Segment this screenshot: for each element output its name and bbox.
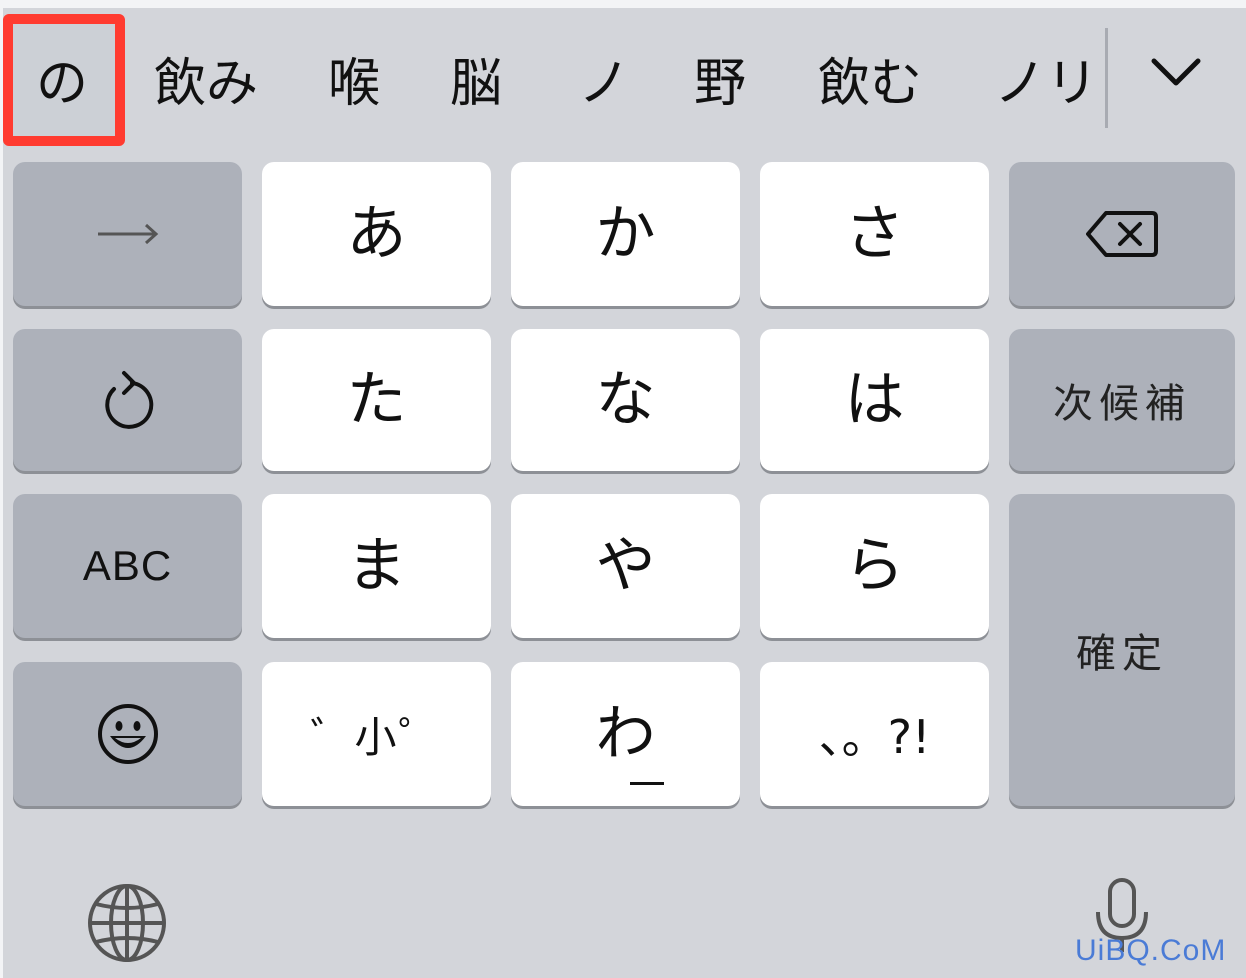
key-ma-label: ま	[346, 531, 407, 601]
candidate-4[interactable]: ノ	[578, 52, 630, 116]
confirm-label: 確定	[1076, 631, 1168, 677]
key-wa-content: わ	[596, 704, 664, 785]
key-ya-label: や	[595, 531, 656, 601]
key-a-label: あ	[346, 199, 407, 269]
arrow-right-icon	[97, 223, 158, 245]
emoji-key[interactable]	[13, 662, 242, 806]
confirm-key[interactable]: 確定	[1009, 494, 1235, 806]
abc-label: ABC	[82, 542, 173, 589]
candidate-2[interactable]: 喉	[328, 52, 380, 116]
key-wa-label: わ	[595, 699, 656, 769]
key-ya[interactable]: や	[511, 494, 740, 638]
key-wa[interactable]: わ	[511, 662, 740, 806]
candidate-1[interactable]: 飲み	[154, 52, 258, 116]
emoji-icon	[97, 704, 158, 764]
candidate-3[interactable]: 脳	[450, 52, 502, 116]
chevron-down-icon[interactable]	[1146, 53, 1206, 93]
key-ra[interactable]: ら	[760, 494, 989, 638]
key-a[interactable]: あ	[262, 162, 491, 306]
abc-key[interactable]: ABC	[13, 494, 242, 638]
key-ka-label: か	[595, 199, 656, 269]
watermark: UiBQ.CoM	[1075, 934, 1227, 967]
key-sa[interactable]: さ	[760, 162, 989, 306]
candidate-divider	[1105, 28, 1108, 128]
key-na[interactable]: な	[511, 329, 740, 471]
dakuten-small-label: ゛小゜	[310, 712, 443, 762]
japanese-keyboard: の 飲み 喉 脳 ノ 野 飲む ノリ あ か さ た な は 次候補 ABC ま…	[0, 0, 1246, 978]
candidate-bar: の 飲み 喉 脳 ノ 野 飲む ノリ	[0, 8, 1246, 148]
next-char-key[interactable]	[13, 162, 242, 306]
punctuation-key[interactable]: 、。?!	[760, 662, 989, 806]
key-na-label: な	[595, 365, 656, 435]
key-ra-label: ら	[844, 531, 905, 601]
candidate-6[interactable]: 飲む	[818, 52, 922, 116]
delete-backspace-icon	[1086, 211, 1158, 257]
key-ha-label: は	[844, 365, 905, 435]
top-separator	[0, 0, 1246, 8]
key-ta[interactable]: た	[262, 329, 491, 471]
delete-key[interactable]	[1009, 162, 1235, 306]
next-candidate-label: 次候補	[1053, 381, 1191, 427]
key-sa-label: さ	[844, 199, 905, 269]
undo-key[interactable]	[13, 329, 242, 471]
undo-icon	[104, 371, 153, 429]
key-ma[interactable]: ま	[262, 494, 491, 638]
candidate-0[interactable]: の	[36, 52, 88, 116]
key-ta-label: た	[346, 365, 407, 435]
candidate-7[interactable]: ノリ	[994, 52, 1098, 116]
key-ka[interactable]: か	[511, 162, 740, 306]
globe-icon[interactable]	[86, 882, 168, 964]
wa-underline	[629, 782, 664, 785]
dakuten-small-key[interactable]: ゛小゜	[262, 662, 491, 806]
punctuation-label: 、。?!	[818, 710, 931, 764]
key-ha[interactable]: は	[760, 329, 989, 471]
candidate-5[interactable]: 野	[694, 52, 746, 116]
next-candidate-key[interactable]: 次候補	[1009, 329, 1235, 471]
